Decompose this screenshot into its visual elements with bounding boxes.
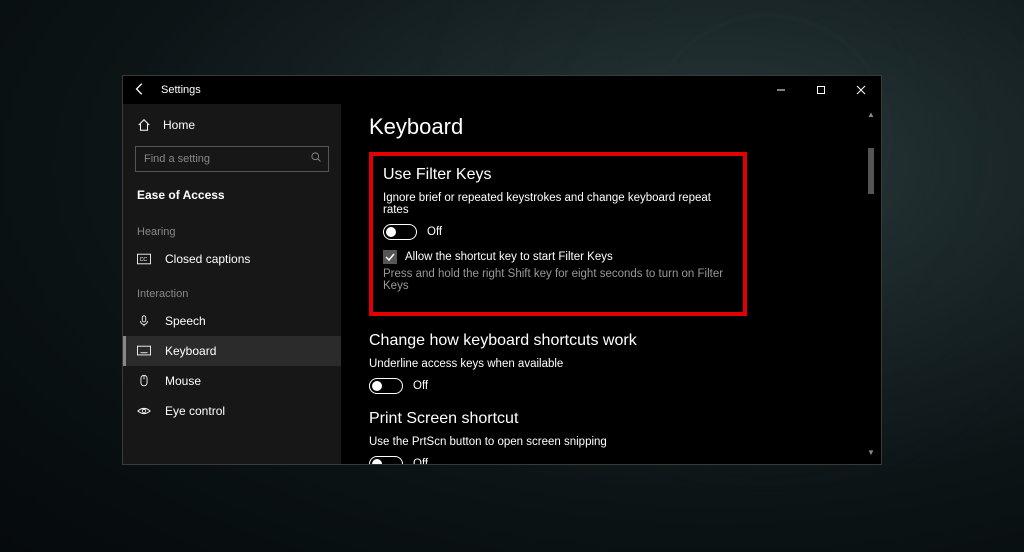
filter-keys-checkbox-row: Allow the shortcut key to start Filter K… [383,250,729,264]
sidebar-item-label: Mouse [165,374,201,388]
prtscn-toggle[interactable] [369,456,403,464]
sidebar-item-closed-captions[interactable]: CC Closed captions [123,244,341,274]
sidebar: Home Ease of Access Hearing CC Closed ca… [123,104,341,464]
close-button[interactable] [841,76,881,104]
scroll-up-icon[interactable]: ▲ [866,110,876,120]
scroll-down-icon[interactable]: ▼ [866,448,876,458]
eye-icon [137,404,151,418]
sidebar-item-label: Closed captions [165,252,250,266]
prtscn-title: Print Screen shortcut [369,410,877,428]
body: Home Ease of Access Hearing CC Closed ca… [123,104,881,464]
svg-text:CC: CC [140,257,148,263]
page-title: Keyboard [369,104,877,152]
window-controls [761,76,881,104]
filter-keys-toggle-state: Off [427,226,442,238]
group-header-hearing: Hearing [123,212,341,244]
filter-keys-checkbox-label: Allow the shortcut key to start Filter K… [405,251,613,263]
sidebar-item-label: Speech [165,314,206,328]
filter-keys-highlight: Use Filter Keys Ignore brief or repeated… [369,152,747,316]
maximize-button[interactable] [801,76,841,104]
sidebar-item-speech[interactable]: Speech [123,306,341,336]
sidebar-item-eye-control[interactable]: Eye control [123,396,341,426]
settings-window: Settings Home [122,75,882,465]
scroll-thumb[interactable] [868,148,874,194]
group-header-interaction: Interaction [123,274,341,306]
sidebar-item-mouse[interactable]: Mouse [123,366,341,396]
content-area: Keyboard Use Filter Keys Ignore brief or… [341,104,881,464]
home-icon [137,118,151,132]
category-title: Ease of Access [123,182,341,212]
shortcuts-desc: Underline access keys when available [369,358,877,370]
scroll-track[interactable] [868,120,874,448]
shortcuts-toggle-state: Off [413,380,428,392]
content-scrollbar[interactable]: ▲ ▼ [865,110,877,458]
sidebar-item-label: Eye control [165,404,225,418]
back-button[interactable] [133,82,147,99]
filter-keys-toggle-row: Off [383,224,729,240]
home-button[interactable]: Home [123,112,341,138]
search-icon [310,150,322,168]
filter-keys-toggle[interactable] [383,224,417,240]
shortcuts-toggle-row: Off [369,378,877,394]
prtscn-toggle-row: Off [369,456,877,464]
search-input[interactable] [144,153,294,165]
sidebar-item-keyboard[interactable]: Keyboard [123,336,341,366]
home-label: Home [163,118,195,132]
prtscn-toggle-state: Off [413,458,428,464]
filter-keys-desc: Ignore brief or repeated keystrokes and … [383,192,729,216]
sidebar-item-label: Keyboard [165,344,216,358]
window-title: Settings [161,84,201,96]
filter-keys-checkbox-hint: Press and hold the right Shift key for e… [383,268,729,292]
titlebar-left: Settings [133,82,201,99]
cc-icon: CC [137,252,151,266]
shortcuts-toggle[interactable] [369,378,403,394]
filter-keys-checkbox[interactable] [383,250,397,264]
mouse-icon [137,374,151,388]
prtscn-desc: Use the PrtScn button to open screen sni… [369,436,877,448]
search-wrap [123,146,341,182]
minimize-button[interactable] [761,76,801,104]
keyboard-icon [137,344,151,358]
shortcuts-title: Change how keyboard shortcuts work [369,332,877,350]
search-box[interactable] [135,146,329,172]
mic-icon [137,314,151,328]
titlebar: Settings [123,76,881,104]
filter-keys-title: Use Filter Keys [383,166,729,184]
